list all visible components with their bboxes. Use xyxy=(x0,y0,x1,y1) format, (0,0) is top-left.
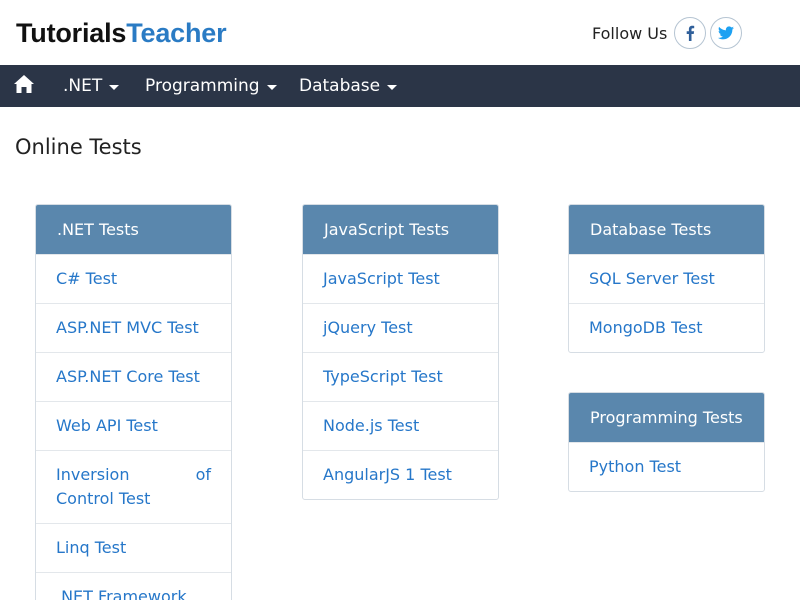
test-link[interactable]: Linq Test xyxy=(36,523,231,572)
facebook-button[interactable] xyxy=(674,17,706,49)
facebook-icon xyxy=(686,25,695,41)
test-link[interactable]: jQuery Test xyxy=(303,303,498,352)
nav-item-database[interactable]: Database xyxy=(299,65,398,107)
logo-text-part1: Tutorials xyxy=(16,18,127,48)
site-logo[interactable]: TutorialsTeacher xyxy=(16,18,227,48)
nav-item-dotnet[interactable]: .NET xyxy=(63,65,120,107)
twitter-icon xyxy=(718,26,734,40)
test-link[interactable]: C# Test xyxy=(36,254,231,303)
test-link[interactable]: Python Test xyxy=(569,442,764,491)
test-link[interactable]: MongoDB Test xyxy=(569,303,764,352)
card-header: Database Tests xyxy=(569,205,764,254)
home-link[interactable] xyxy=(13,74,35,96)
caret-down-icon xyxy=(266,84,277,90)
caret-down-icon xyxy=(109,84,120,90)
test-link[interactable]: TypeScript Test xyxy=(303,352,498,401)
page-title: Online Tests xyxy=(15,135,142,159)
nav-item-dotnet-label: .NET xyxy=(63,76,103,96)
logo-text-part2: Teacher xyxy=(126,18,227,48)
test-link[interactable]: Node.js Test xyxy=(303,401,498,450)
test-link[interactable]: ASP.NET Core Test xyxy=(36,352,231,401)
test-link[interactable]: .NET Framework xyxy=(36,572,231,600)
test-link[interactable]: Web API Test xyxy=(36,401,231,450)
main-navbar: .NET Programming Database xyxy=(0,65,800,107)
card-database-tests: Database Tests SQL Server Test MongoDB T… xyxy=(568,204,765,353)
card-programming-tests: Programming Tests Python Test xyxy=(568,392,765,492)
card-header: .NET Tests xyxy=(36,205,231,254)
card-header: JavaScript Tests xyxy=(303,205,498,254)
site-header: TutorialsTeacher Follow Us xyxy=(0,0,800,65)
nav-item-programming-label: Programming xyxy=(145,76,260,96)
caret-down-icon xyxy=(387,84,398,90)
test-link[interactable]: SQL Server Test xyxy=(569,254,764,303)
test-link[interactable]: JavaScript Test xyxy=(303,254,498,303)
follow-us-label: Follow Us xyxy=(592,24,668,43)
twitter-button[interactable] xyxy=(710,17,742,49)
card-javascript-tests: JavaScript Tests JavaScript Test jQuery … xyxy=(302,204,499,500)
test-link[interactable]: ASP.NET MVC Test xyxy=(36,303,231,352)
test-link[interactable]: Inversion of Control Test xyxy=(36,450,231,523)
card-dotnet-tests: .NET Tests C# Test ASP.NET MVC Test ASP.… xyxy=(35,204,232,600)
test-link[interactable]: AngularJS 1 Test xyxy=(303,450,498,499)
card-header: Programming Tests xyxy=(569,393,764,442)
nav-item-database-label: Database xyxy=(299,76,381,96)
home-icon xyxy=(14,75,34,93)
nav-item-programming[interactable]: Programming xyxy=(145,65,277,107)
